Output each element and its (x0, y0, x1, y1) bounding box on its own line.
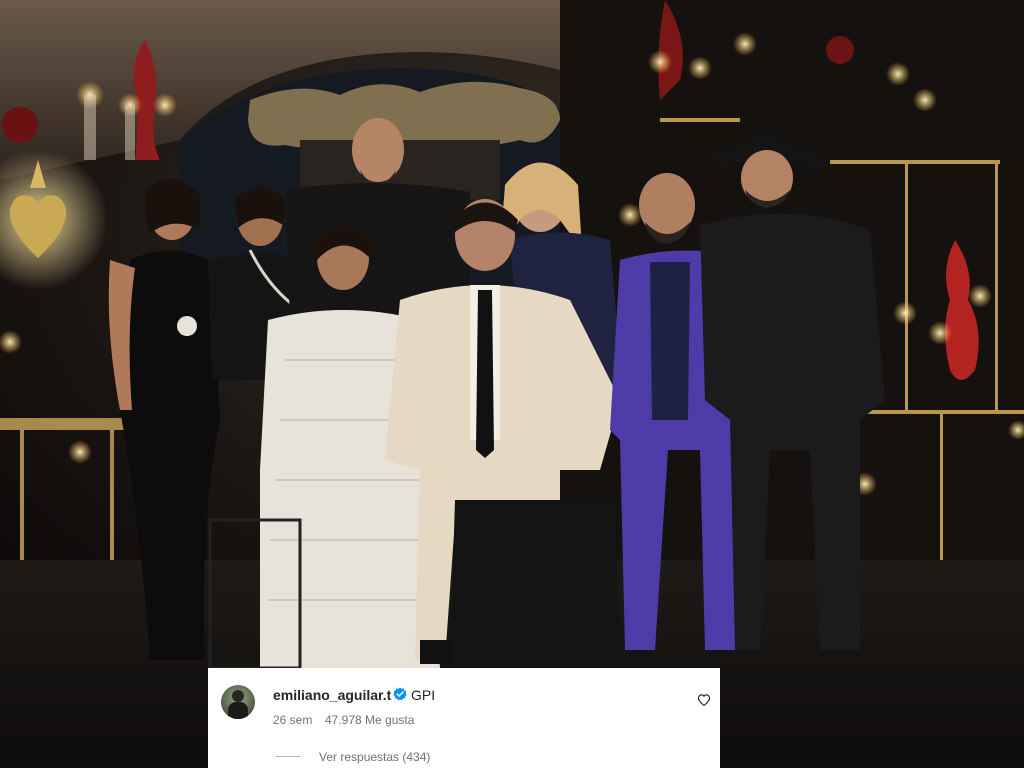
comment-card: emiliano_aguilar.t GPI 26 sem 47.978 Me … (208, 668, 720, 768)
heart-outline-icon[interactable] (697, 693, 711, 707)
avatar-head (232, 690, 244, 702)
photo-scene (0, 0, 1024, 768)
comment-timestamp[interactable]: 26 sem (273, 713, 312, 727)
comment-meta: 26 sem 47.978 Me gusta (273, 713, 414, 727)
group-photo (0, 0, 1024, 768)
replies-divider (276, 756, 300, 757)
comment-likes[interactable]: 47.978 Me gusta (325, 713, 414, 727)
comment-text: GPI (411, 687, 436, 703)
avatar[interactable] (221, 685, 255, 719)
avatar-body (228, 702, 248, 719)
verified-badge-icon (393, 687, 407, 701)
view-replies-link[interactable]: Ver respuestas (434) (319, 750, 430, 764)
comment-username[interactable]: emiliano_aguilar.t (273, 686, 391, 704)
